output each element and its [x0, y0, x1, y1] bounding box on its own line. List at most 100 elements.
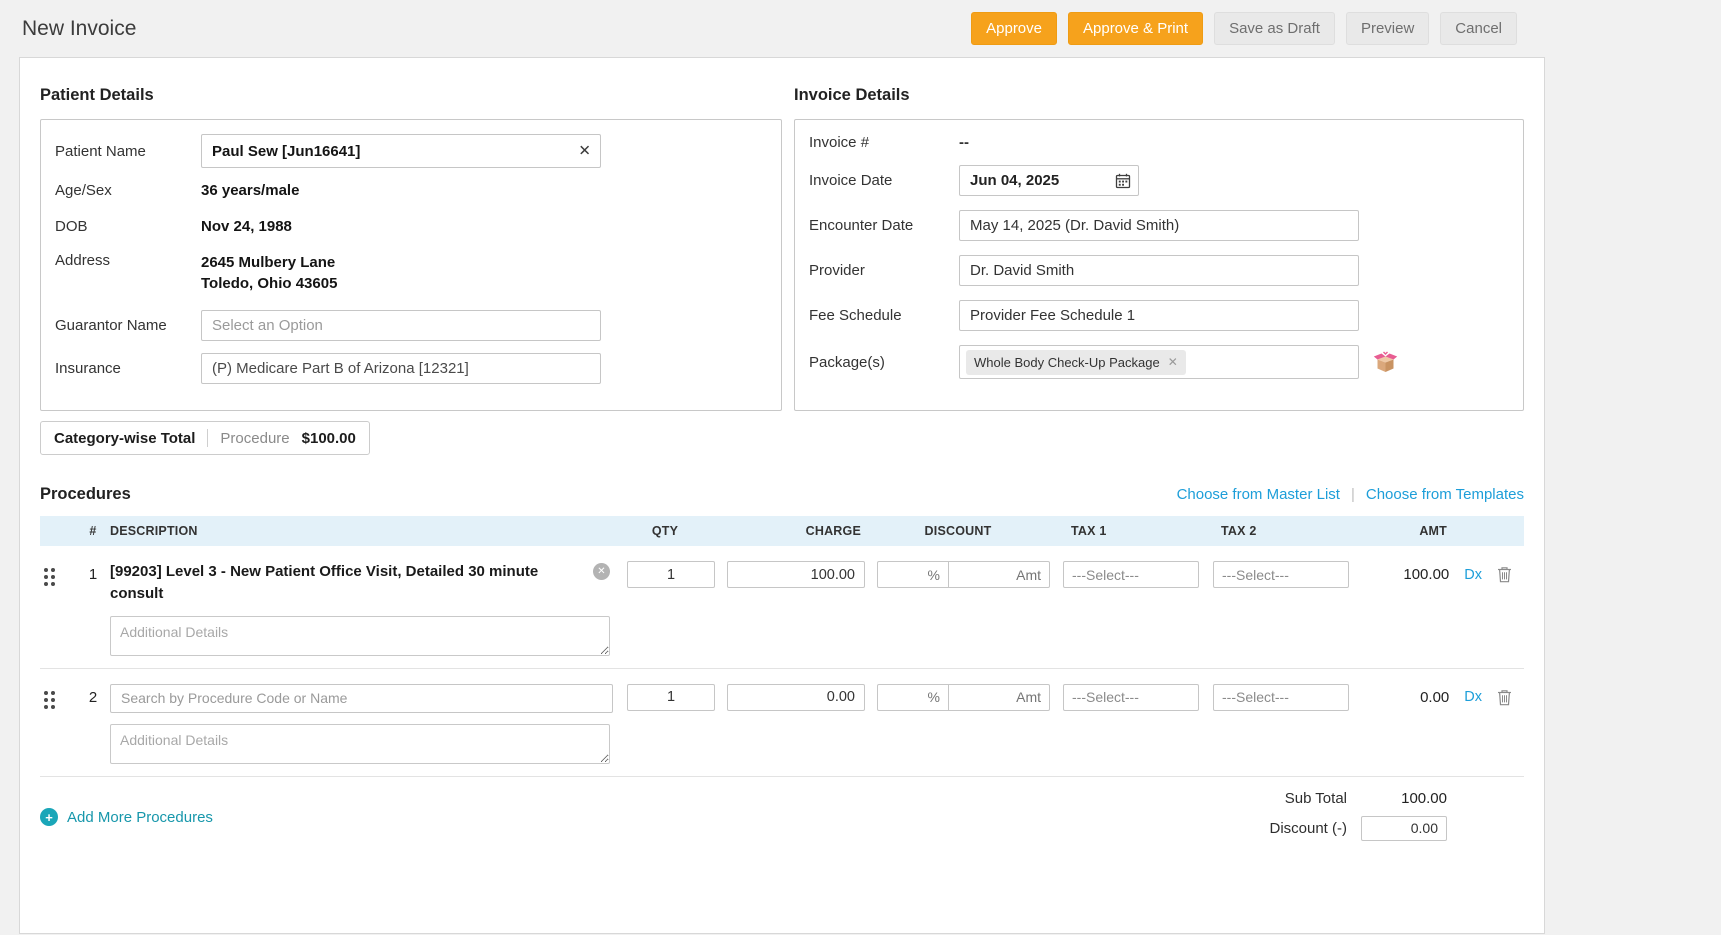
- row-amount: 0.00: [1420, 689, 1449, 706]
- patient-details-section: Patient Details Patient Name ✕ Age/Sex 3…: [40, 78, 782, 455]
- column-number: #: [76, 524, 110, 538]
- procedures-table-header: # DESCRIPTION QTY CHARGE DISCOUNT TAX 1 …: [40, 516, 1524, 546]
- insurance-input[interactable]: [201, 353, 601, 384]
- link-divider: |: [1351, 486, 1355, 503]
- packages-input[interactable]: Whole Body Check-Up Package ✕: [959, 345, 1359, 379]
- patient-name-input[interactable]: [201, 134, 601, 168]
- procedure-row-1: 1 [99203] Level 3 - New Patient Office V…: [40, 546, 1524, 669]
- calendar-icon[interactable]: [1115, 173, 1131, 189]
- guarantor-name-label: Guarantor Name: [55, 317, 201, 334]
- address-label: Address: [55, 252, 201, 269]
- address-value: 2645 Mulbery Lane Toledo, Ohio 43605: [201, 252, 337, 294]
- encounter-date-label: Encounter Date: [809, 217, 959, 234]
- encounter-date-input[interactable]: [959, 210, 1359, 241]
- column-charge: CHARGE: [715, 524, 865, 538]
- dx-link[interactable]: Dx: [1464, 689, 1482, 705]
- patient-name-label: Patient Name: [55, 143, 201, 160]
- header-actions: Approve Approve & Print Save as Draft Pr…: [971, 12, 1517, 45]
- procedures-heading: Procedures: [40, 485, 131, 504]
- category-name: Procedure: [220, 430, 289, 447]
- age-sex-value: 36 years/male: [201, 180, 299, 201]
- address-line-1: 2645 Mulbery Lane: [201, 252, 337, 273]
- drag-handle-icon[interactable]: [44, 568, 56, 586]
- age-sex-label: Age/Sex: [55, 182, 201, 199]
- procedures-footer: + Add More Procedures Sub Total 100.00 D…: [40, 777, 1524, 841]
- tax1-select[interactable]: ---Select---: [1063, 561, 1199, 588]
- remove-procedure-icon[interactable]: ✕: [593, 563, 610, 580]
- discount-percent-input[interactable]: [877, 684, 949, 711]
- sub-total-value: 100.00: [1347, 790, 1447, 807]
- cancel-button[interactable]: Cancel: [1440, 12, 1517, 45]
- preview-button[interactable]: Preview: [1346, 12, 1429, 45]
- sub-total-label: Sub Total: [1227, 790, 1347, 807]
- column-tax2: TAX 2: [1201, 524, 1351, 538]
- tax2-select[interactable]: ---Select---: [1213, 684, 1349, 711]
- remove-package-icon[interactable]: ✕: [1168, 356, 1178, 368]
- charge-input[interactable]: [727, 684, 865, 711]
- invoice-date-input[interactable]: [959, 165, 1139, 196]
- column-tax1: TAX 1: [1051, 524, 1201, 538]
- dx-link[interactable]: Dx: [1464, 567, 1482, 583]
- guarantor-name-input[interactable]: [201, 310, 601, 341]
- procedure-description: [99203] Level 3 - New Patient Office Vis…: [110, 561, 580, 605]
- add-more-procedures-link[interactable]: + Add More Procedures: [40, 794, 213, 841]
- choose-from-templates-link[interactable]: Choose from Templates: [1366, 486, 1524, 503]
- address-line-2: Toledo, Ohio 43605: [201, 273, 337, 294]
- column-qty: QTY: [615, 524, 715, 538]
- insurance-label: Insurance: [55, 360, 201, 377]
- charge-input[interactable]: [727, 561, 865, 588]
- save-as-draft-button[interactable]: Save as Draft: [1214, 12, 1335, 45]
- category-wise-total-bar: Category-wise Total Procedure $100.00: [40, 421, 370, 455]
- top-bar: New Invoice Approve Approve & Print Save…: [19, 0, 1545, 57]
- category-total-label: Category-wise Total: [54, 430, 195, 447]
- provider-input[interactable]: [959, 255, 1359, 286]
- tax1-select[interactable]: ---Select---: [1063, 684, 1199, 711]
- discount-amount-input[interactable]: [948, 561, 1050, 588]
- package-icon[interactable]: [1373, 351, 1398, 374]
- dob-label: DOB: [55, 218, 201, 235]
- discount-percent-input[interactable]: [877, 561, 949, 588]
- totals-block: Sub Total 100.00 Discount (-): [1227, 790, 1524, 841]
- procedures-section: Procedures Choose from Master List | Cho…: [40, 485, 1524, 841]
- fee-schedule-input[interactable]: [959, 300, 1359, 331]
- procedure-row-2: 2 ---Select--- ---Select--- 0.00 Dx: [40, 669, 1524, 777]
- invoice-form-card: Patient Details Patient Name ✕ Age/Sex 3…: [19, 57, 1545, 934]
- row-number: 2: [76, 689, 110, 706]
- column-description: DESCRIPTION: [110, 524, 615, 538]
- discount-label: Discount (-): [1227, 820, 1347, 837]
- approve-button[interactable]: Approve: [971, 12, 1057, 45]
- additional-details-textarea[interactable]: [110, 724, 610, 764]
- invoice-date-label: Invoice Date: [809, 172, 959, 189]
- delete-row-icon[interactable]: [1497, 566, 1512, 583]
- choose-from-master-list-link[interactable]: Choose from Master List: [1177, 486, 1340, 503]
- column-discount: DISCOUNT: [865, 524, 1051, 538]
- provider-label: Provider: [809, 262, 959, 279]
- page-title: New Invoice: [22, 17, 136, 41]
- package-tag: Whole Body Check-Up Package ✕: [966, 350, 1186, 375]
- additional-details-textarea[interactable]: [110, 616, 610, 656]
- drag-handle-icon[interactable]: [44, 691, 56, 709]
- qty-input[interactable]: [627, 561, 715, 588]
- row-amount: 100.00: [1403, 566, 1449, 583]
- clear-patient-icon[interactable]: ✕: [578, 144, 591, 159]
- category-amount: $100.00: [302, 430, 356, 447]
- qty-input[interactable]: [627, 684, 715, 711]
- fee-schedule-label: Fee Schedule: [809, 307, 959, 324]
- tax2-select[interactable]: ---Select---: [1213, 561, 1349, 588]
- invoice-details-section: Invoice Details Invoice # -- Invoice Dat…: [794, 78, 1524, 455]
- dob-value: Nov 24, 1988: [201, 216, 292, 237]
- packages-label: Package(s): [809, 354, 959, 371]
- invoice-details-panel: Invoice # -- Invoice Date: [794, 119, 1524, 411]
- procedure-search-input[interactable]: [110, 684, 613, 713]
- invoice-number-label: Invoice #: [809, 134, 959, 151]
- row-number: 1: [76, 566, 110, 583]
- delete-row-icon[interactable]: [1497, 689, 1512, 706]
- total-discount-input[interactable]: [1361, 816, 1447, 841]
- plus-circle-icon: +: [40, 808, 58, 826]
- column-amt: AMT: [1351, 524, 1524, 538]
- discount-amount-input[interactable]: [948, 684, 1050, 711]
- approve-print-button[interactable]: Approve & Print: [1068, 12, 1203, 45]
- invoice-details-heading: Invoice Details: [794, 86, 1524, 105]
- divider: [207, 429, 208, 447]
- invoice-number-value: --: [959, 134, 969, 151]
